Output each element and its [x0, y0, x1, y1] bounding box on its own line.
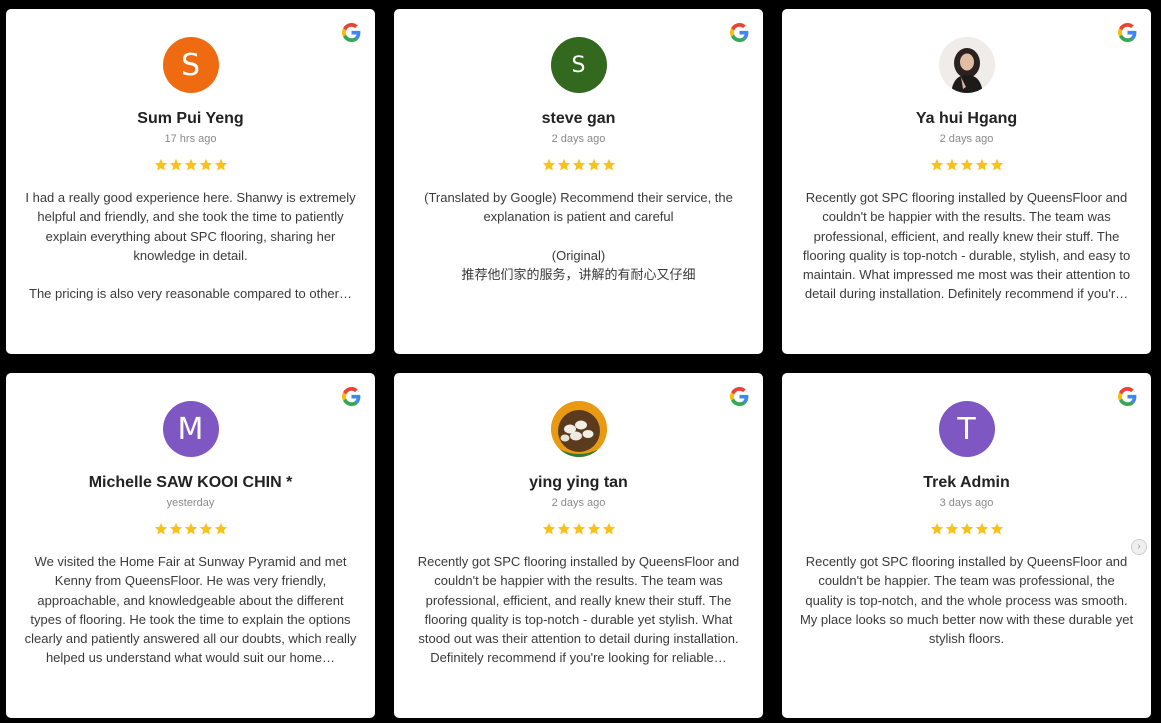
- star-icon: [930, 522, 943, 535]
- star-rating: [410, 158, 747, 174]
- star-icon: [154, 158, 167, 171]
- star-icon: [557, 522, 570, 535]
- avatar-photo: [938, 37, 995, 93]
- avatar: M: [162, 401, 219, 457]
- avatar-initial: S: [571, 52, 586, 78]
- avatar-photo: [550, 401, 607, 457]
- review-card: M Michelle SAW KOOI CHIN * yesterday We …: [6, 373, 375, 718]
- google-icon: [342, 387, 361, 406]
- star-rating: [410, 522, 747, 538]
- avatar: T: [938, 401, 995, 457]
- star-icon: [960, 522, 973, 535]
- star-icon: [199, 158, 212, 171]
- review-card: Ya hui Hgang 2 days ago Recently got SPC…: [782, 9, 1151, 354]
- reviews-grid: S Sum Pui Yeng 17 hrs ago I had a really…: [0, 0, 1161, 723]
- star-icon: [214, 158, 227, 171]
- reviewer-name: Trek Admin: [923, 474, 1010, 491]
- avatar-initial: M: [177, 411, 204, 447]
- review-card: T Trek Admin 3 days ago Recently got SPC…: [782, 373, 1151, 718]
- star-icon: [945, 522, 958, 535]
- review-text[interactable]: Recently got SPC flooring installed by Q…: [798, 188, 1135, 304]
- google-icon: [730, 23, 749, 42]
- avatar: S: [162, 37, 219, 93]
- review-time: 2 days ago: [939, 133, 994, 145]
- review-text[interactable]: (Translated by Google) Recommend their s…: [410, 188, 747, 284]
- star-icon: [542, 158, 555, 171]
- review-paragraph: (Translated by Google) Recommend their s…: [424, 190, 733, 225]
- star-icon: [960, 158, 973, 171]
- review-paragraph: 推荐他们家的服务，讲解的有耐心又仔细: [461, 267, 696, 283]
- review-time: 2 days ago: [551, 133, 606, 145]
- reviewer-name: Sum Pui Yeng: [137, 110, 244, 127]
- star-icon: [154, 522, 167, 535]
- star-rating: [798, 158, 1135, 174]
- review-text[interactable]: Recently got SPC flooring installed by Q…: [410, 552, 747, 668]
- star-icon: [930, 158, 943, 171]
- star-icon: [990, 158, 1003, 171]
- review-time: yesterday: [166, 497, 215, 509]
- star-icon: [557, 158, 570, 171]
- star-icon: [587, 158, 600, 171]
- reviewer-name: steve gan: [541, 110, 616, 127]
- review-card: S steve gan 2 days ago (Translated by Go…: [394, 9, 763, 354]
- star-rating: [798, 522, 1135, 538]
- reviewer-name: ying ying tan: [529, 474, 628, 491]
- star-icon: [169, 158, 182, 171]
- star-icon: [990, 522, 1003, 535]
- review-time: 3 days ago: [939, 497, 994, 509]
- review-card: S Sum Pui Yeng 17 hrs ago I had a really…: [6, 9, 375, 354]
- review-text[interactable]: I had a really good experience here. Sha…: [22, 188, 359, 304]
- star-icon: [975, 158, 988, 171]
- review-text[interactable]: We visited the Home Fair at Sunway Pyram…: [22, 552, 359, 668]
- google-icon: [1118, 387, 1137, 406]
- review-card: ying ying tan 2 days ago Recently got SP…: [394, 373, 763, 718]
- review-time: 2 days ago: [551, 497, 606, 509]
- star-icon: [542, 522, 555, 535]
- star-icon: [184, 158, 197, 171]
- google-icon: [730, 387, 749, 406]
- star-rating: [22, 522, 359, 538]
- avatar-initial: S: [180, 47, 201, 83]
- avatar: S: [550, 37, 607, 93]
- star-icon: [572, 158, 585, 171]
- star-icon: [975, 522, 988, 535]
- star-icon: [199, 522, 212, 535]
- star-icon: [602, 522, 615, 535]
- star-icon: [214, 522, 227, 535]
- star-icon: [184, 522, 197, 535]
- review-time: 17 hrs ago: [164, 133, 217, 145]
- reviewer-name: Michelle SAW KOOI CHIN *: [88, 474, 293, 491]
- star-icon: [945, 158, 958, 171]
- star-icon: [572, 522, 585, 535]
- next-arrow-icon[interactable]: ›: [1131, 539, 1147, 555]
- review-paragraph: The pricing is also very reasonable comp…: [29, 286, 352, 302]
- review-text[interactable]: Recently got SPC flooring installed by Q…: [798, 552, 1135, 648]
- star-icon: [169, 522, 182, 535]
- review-paragraph: We visited the Home Fair at Sunway Pyram…: [24, 554, 357, 666]
- reviewer-name: Ya hui Hgang: [915, 110, 1018, 127]
- avatar-initial: T: [957, 411, 976, 447]
- person-photo-icon: [938, 37, 995, 93]
- food-photo-icon: [550, 401, 607, 457]
- google-icon: [342, 23, 361, 42]
- star-icon: [602, 158, 615, 171]
- star-rating: [22, 158, 359, 174]
- review-paragraph: (Original): [551, 247, 606, 263]
- star-icon: [587, 522, 600, 535]
- review-paragraph: I had a really good experience here. Sha…: [25, 190, 356, 263]
- review-paragraph: Recently got SPC flooring installed by Q…: [417, 554, 740, 666]
- review-paragraph: Recently got SPC flooring installed by Q…: [802, 190, 1131, 302]
- review-paragraph: Recently got SPC flooring installed by Q…: [799, 554, 1134, 647]
- google-icon: [1118, 23, 1137, 42]
